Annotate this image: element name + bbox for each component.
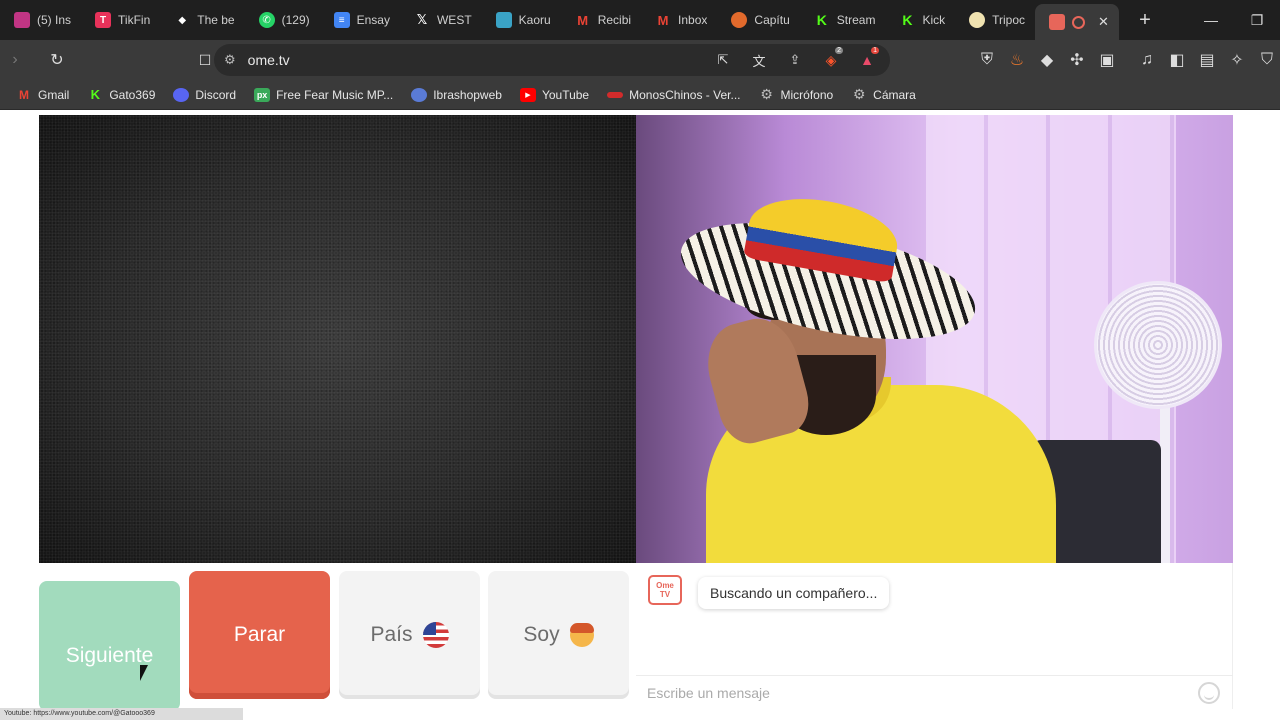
tab-tripod[interactable]: Tripoc bbox=[955, 0, 1035, 40]
ome-tv-page: Siguiente Parar País Soy Ome TV Buscando… bbox=[0, 111, 1280, 720]
fan-stand bbox=[1160, 407, 1170, 563]
instagram-icon bbox=[14, 12, 30, 28]
px-icon: px bbox=[254, 87, 271, 102]
self-camera-video bbox=[636, 115, 1233, 563]
youtube-icon: ▶ bbox=[519, 87, 536, 102]
fan bbox=[1094, 281, 1222, 409]
shield-extension-icon[interactable]: ⛨ bbox=[972, 45, 1002, 75]
vpn-icon[interactable]: ⛉ bbox=[1252, 45, 1280, 75]
bookmarks-bar: M Gmail K Gato369 Discord px Free Fear Musi… bbox=[0, 80, 1280, 110]
browser-toolbar: › ↻ ☐ ⚙ ome.tv ⇱ 文 ⇪ ◈ 2 ▲ 1 ⛨ ♨ ◆ ✣ ▣ ♫ ◧… bbox=[0, 40, 1280, 80]
tab-docs[interactable]: ≡ Ensay bbox=[320, 0, 400, 40]
wallet-icon[interactable]: ▤ bbox=[1192, 45, 1222, 75]
tab-tikfinity[interactable]: T TikFin bbox=[81, 0, 160, 40]
diamond-icon: ◆ bbox=[174, 12, 191, 28]
kaoru-icon bbox=[495, 12, 512, 28]
brave-rewards-icon[interactable]: ▲ 1 bbox=[852, 45, 882, 75]
discord-icon bbox=[173, 87, 190, 102]
url-text: ome.tv bbox=[247, 52, 290, 68]
tab-instagram[interactable]: (5) Ins bbox=[0, 0, 81, 40]
bookmark-youtube[interactable]: ▶ YouTube bbox=[519, 87, 589, 102]
manga-icon bbox=[731, 12, 748, 28]
gmail-icon: M bbox=[655, 12, 672, 28]
tab-gmail-inbox[interactable]: M Inbox bbox=[641, 0, 717, 40]
chat-status-message: Buscando un compañero... bbox=[698, 577, 890, 609]
puzzle-extensions-icon[interactable]: ✣ bbox=[1062, 45, 1092, 75]
kick-icon: K bbox=[899, 12, 916, 28]
extensions-area: ⛨ ♨ ◆ ✣ ▣ ♫ ◧ ▤ ✧ ⛉ bbox=[972, 45, 1280, 75]
stranger-video-static bbox=[39, 115, 636, 563]
chat-panel: Ome TV Buscando un compañero... bbox=[636, 563, 1233, 709]
leo-ai-icon[interactable]: ✧ bbox=[1222, 45, 1252, 75]
country-button[interactable]: País bbox=[339, 571, 480, 699]
link-status-bar: Youtube: https://www.youtube.com/@Gatooo… bbox=[0, 708, 243, 720]
tripod-icon bbox=[969, 12, 986, 28]
address-bar[interactable]: ⚙ ome.tv ⇱ 文 ⇪ ◈ 2 ▲ 1 bbox=[214, 44, 890, 76]
recording-icon bbox=[1072, 15, 1086, 29]
kick-icon: K bbox=[90, 87, 101, 102]
address-bar-actions: ⇱ 文 ⇪ ◈ 2 ▲ 1 bbox=[708, 44, 882, 76]
bookmark-ibrashopweb[interactable]: Ibrashopweb bbox=[411, 87, 502, 102]
bookmark-microfono[interactable]: ⚙ Micrófono bbox=[758, 86, 833, 102]
brave-shields-icon[interactable]: ◈ 2 bbox=[816, 45, 846, 75]
tab-gmail-recibido[interactable]: M Recibi bbox=[561, 0, 641, 40]
diamond-extension-icon[interactable]: ◆ bbox=[1032, 45, 1062, 75]
stop-button[interactable]: Parar bbox=[189, 571, 330, 699]
rewards-badge: 1 bbox=[871, 47, 879, 54]
bookmark-monoschinos[interactable]: MonosChinos - Ver... bbox=[607, 88, 740, 102]
whatsapp-icon: ✆ bbox=[258, 12, 275, 28]
tab-stream[interactable]: K Stream bbox=[800, 0, 886, 40]
next-button[interactable]: Siguiente bbox=[39, 581, 180, 711]
close-tab-icon[interactable]: ✕ bbox=[1098, 14, 1109, 30]
window-controls: — ❐ bbox=[1188, 0, 1280, 40]
sidebar-icon[interactable]: ◧ bbox=[1162, 45, 1192, 75]
chat-input-bar bbox=[636, 675, 1233, 709]
restore-icon[interactable]: ❐ bbox=[1234, 12, 1280, 29]
tab-kaoru[interactable]: Kaoru bbox=[482, 0, 561, 40]
browser-tab-bar: (5) Ins T TikFin ◆ The be ✆ (129) ≡ Ensay 𝕏W… bbox=[0, 0, 1280, 40]
tab-x[interactable]: 𝕏 WEST bbox=[400, 0, 482, 40]
gmail-icon: M bbox=[574, 12, 591, 28]
message-input[interactable] bbox=[647, 682, 1187, 704]
bookmark-gmail[interactable]: M Gmail bbox=[16, 88, 69, 102]
ibrashop-icon bbox=[411, 87, 428, 102]
tab-whatsapp[interactable]: ✆ (129) bbox=[245, 0, 320, 40]
bookmark-free-fear-music[interactable]: px Free Fear Music MP... bbox=[254, 87, 393, 102]
share-icon[interactable]: ⇪ bbox=[780, 45, 810, 75]
bookmark-discord[interactable]: Discord bbox=[173, 87, 236, 102]
media-controls-icon[interactable]: ♫ bbox=[1132, 45, 1162, 75]
reload-icon[interactable]: ↻ bbox=[42, 45, 72, 75]
bookmark-camara[interactable]: ⚙ Cámara bbox=[851, 86, 916, 102]
bookmark-gato369[interactable]: K Gato369 bbox=[87, 87, 156, 102]
site-settings-icon[interactable]: ⚙ bbox=[224, 52, 236, 68]
tab-the-best[interactable]: ◆ The be bbox=[160, 0, 244, 40]
gear-icon: ⚙ bbox=[760, 86, 773, 102]
tab-kick[interactable]: K Kick bbox=[885, 0, 955, 40]
fire-extension-icon[interactable]: ♨ bbox=[1002, 45, 1032, 75]
translate-icon[interactable]: 文 bbox=[744, 45, 774, 75]
tab-capitulo[interactable]: Capítu bbox=[717, 0, 799, 40]
ome-tv-icon bbox=[1049, 14, 1066, 30]
docs-icon: ≡ bbox=[333, 12, 350, 28]
gender-button[interactable]: Soy bbox=[488, 571, 629, 699]
us-flag-icon bbox=[422, 622, 449, 648]
screenshot-icon[interactable]: ▣ bbox=[1092, 45, 1122, 75]
emoji-picker-icon[interactable] bbox=[1198, 682, 1220, 704]
ome-tv-logo: Ome TV bbox=[648, 575, 682, 605]
gmail-icon: M bbox=[19, 87, 29, 102]
new-tab-icon[interactable]: + bbox=[1133, 9, 1157, 32]
monoschinos-icon bbox=[607, 91, 624, 98]
forward-icon[interactable]: › bbox=[0, 45, 30, 75]
shields-badge: 2 bbox=[835, 47, 843, 54]
mouse-cursor-icon bbox=[140, 665, 154, 681]
boy-emoji-icon bbox=[569, 623, 594, 647]
minimize-icon[interactable]: — bbox=[1188, 12, 1234, 28]
x-icon: 𝕏 bbox=[413, 12, 430, 28]
tab-ome-tv[interactable]: ✕ bbox=[1035, 4, 1119, 40]
gear-icon: ⚙ bbox=[852, 86, 866, 102]
kick-icon: K bbox=[813, 12, 830, 28]
open-in-app-icon[interactable]: ⇱ bbox=[708, 45, 738, 75]
tikfinity-icon: T bbox=[95, 12, 112, 28]
